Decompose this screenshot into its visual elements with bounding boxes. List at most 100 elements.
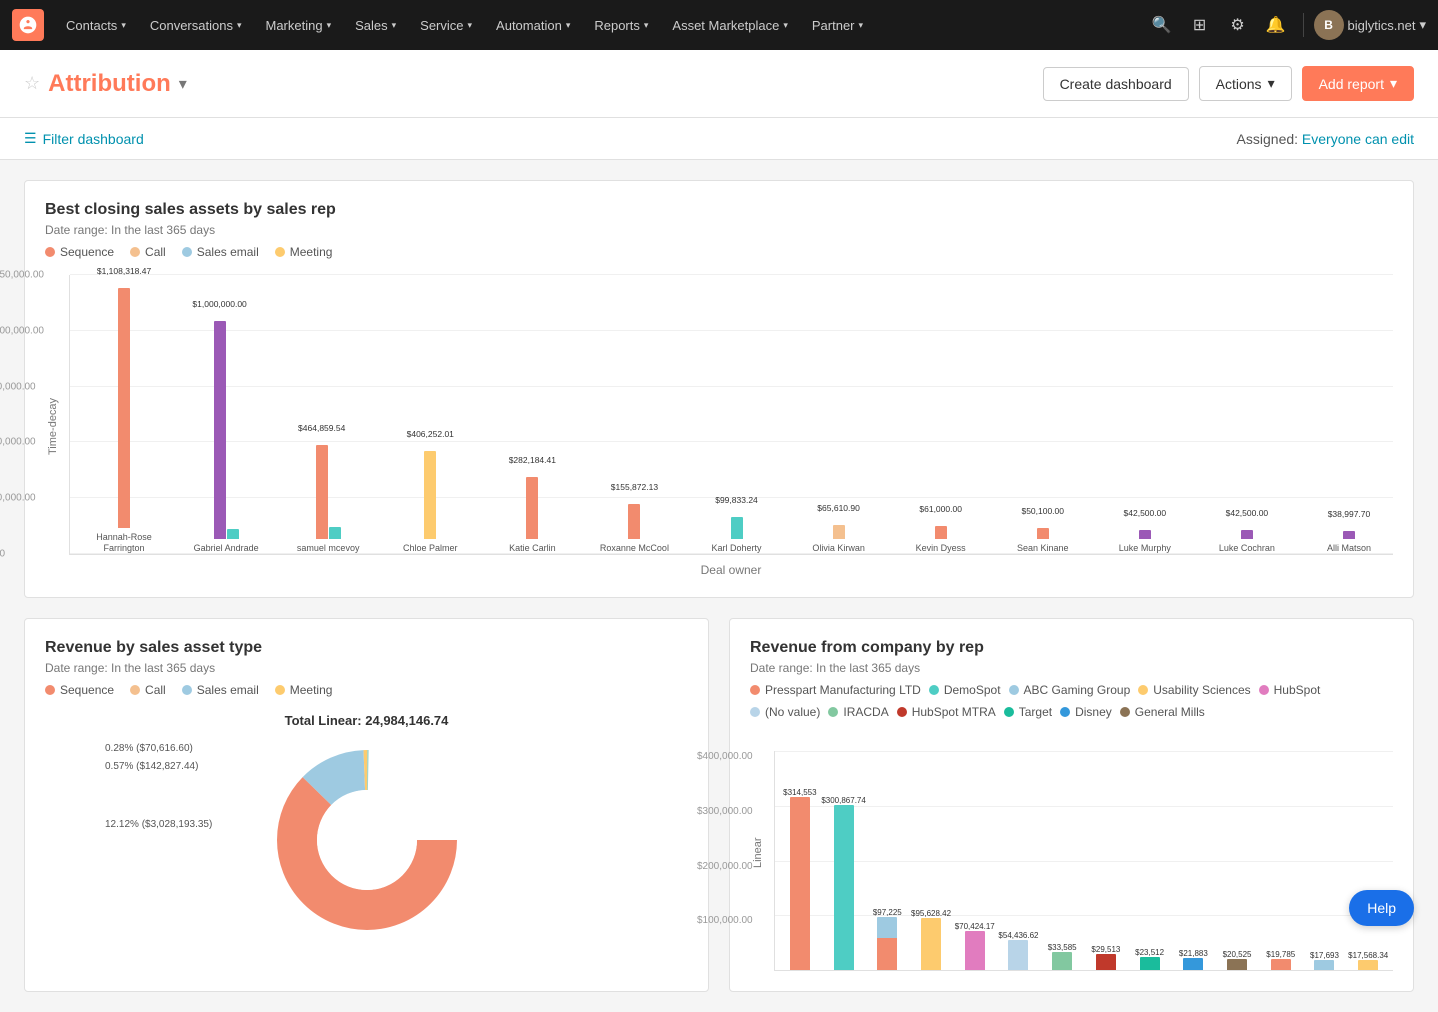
header-actions: Create dashboard Actions ▾ Add report ▾ bbox=[1043, 66, 1414, 101]
bar-sequence-2: $464,859.54 bbox=[316, 445, 328, 539]
bar-teal-2 bbox=[329, 527, 341, 539]
right-bar-11: $19,785 bbox=[1260, 959, 1302, 970]
chart2-title: Revenue by sales asset type bbox=[45, 639, 688, 657]
right-bar-6: $33,585 bbox=[1041, 952, 1083, 970]
chart1-x-label: Deal owner bbox=[69, 563, 1393, 577]
bar-teal-6: $99,833.24 bbox=[731, 517, 743, 539]
legend-meeting-dot bbox=[275, 247, 285, 257]
bar-label-2: samuel mcevoy bbox=[297, 543, 360, 554]
nav-sales[interactable]: Sales ▾ bbox=[345, 12, 406, 39]
search-icon[interactable]: 🔍 bbox=[1145, 8, 1179, 42]
chart3-subtitle: Date range: In the last 365 days bbox=[750, 661, 1393, 675]
chart3-leg-10: General Mills bbox=[1120, 705, 1205, 719]
chart2-legend-call: Call bbox=[130, 683, 166, 697]
chart3-leg-2: ABC Gaming Group bbox=[1009, 683, 1131, 697]
chart1-legend: Sequence Call Sales email Meeting bbox=[45, 245, 1393, 259]
asset-marketplace-chevron: ▾ bbox=[783, 20, 788, 31]
chart2-legend-sequence: Sequence bbox=[45, 683, 114, 697]
legend-meeting: Meeting bbox=[275, 245, 333, 259]
marketing-chevron: ▾ bbox=[327, 20, 332, 31]
chart3-leg-4: HubSpot bbox=[1259, 683, 1321, 697]
nav-asset-marketplace[interactable]: Asset Marketplace ▾ bbox=[662, 12, 797, 39]
bar-group-5: $155,872.13 Roxanne McCool bbox=[590, 504, 678, 554]
bar-meeting-3: $406,252.01 bbox=[424, 451, 436, 539]
bar-sequence-0: $1,108,318.47 bbox=[118, 288, 130, 528]
account-chevron: ▾ bbox=[1419, 17, 1426, 33]
legend-sales-email-dot bbox=[182, 247, 192, 257]
sales-chevron: ▾ bbox=[392, 20, 397, 31]
nav-contacts[interactable]: Contacts ▾ bbox=[56, 12, 136, 39]
chart2-legend-meeting: Meeting bbox=[275, 683, 333, 697]
nav-service[interactable]: Service ▾ bbox=[410, 12, 482, 39]
bottom-charts: Revenue by sales asset type Date range: … bbox=[24, 618, 1414, 992]
bar-group-4: $282,184.41 Katie Carlin bbox=[488, 477, 576, 554]
bar-label-6: Karl Doherty bbox=[711, 543, 761, 554]
bar-label-3: Chloe Palmer bbox=[403, 543, 458, 554]
avatar[interactable]: B bbox=[1314, 10, 1344, 40]
bar-label-7: Olivia Kirwan bbox=[812, 543, 865, 554]
chart3-leg-0: Presspart Manufacturing LTD bbox=[750, 683, 921, 697]
chart3-wrap: Linear $400,000.00 $300,000.00 $200,000.… bbox=[750, 735, 1393, 971]
page-header: ☆ Attribution ▾ Create dashboard Actions… bbox=[0, 50, 1438, 118]
chart2-subtitle: Date range: In the last 365 days bbox=[45, 661, 688, 675]
chart-card-revenue-company: Revenue from company by rep Date range: … bbox=[729, 618, 1414, 992]
chart1-title: Best closing sales assets by sales rep bbox=[45, 201, 1393, 219]
chart3-grid: $400,000.00 $300,000.00 $200,000.00 $100… bbox=[774, 751, 1393, 971]
grid-icon[interactable]: ⊞ bbox=[1183, 8, 1217, 42]
chart3-title: Revenue from company by rep bbox=[750, 639, 1393, 657]
chart1-bars: $1,108,318.47 Hannah-RoseFarrington $1,0… bbox=[80, 275, 1393, 554]
right-bar-3: $95,628.42 bbox=[910, 918, 952, 970]
assigned-link[interactable]: Everyone can edit bbox=[1302, 131, 1414, 147]
filter-dashboard-link[interactable]: ☰ Filter dashboard bbox=[24, 130, 144, 147]
bar-label-5: Roxanne McCool bbox=[600, 543, 669, 554]
bar-label-9: Sean Kinane bbox=[1017, 543, 1069, 554]
actions-button[interactable]: Actions ▾ bbox=[1199, 66, 1292, 101]
bar-label-0: Hannah-RoseFarrington bbox=[96, 532, 152, 554]
chart2-legend-email: Sales email bbox=[182, 683, 259, 697]
bar-label-1: Gabriel Andrade bbox=[194, 543, 259, 554]
pie-chart-area: 0.28% ($70,616.60) 0.57% ($142,827.44) 1… bbox=[45, 740, 688, 940]
settings-icon[interactable]: ⚙ bbox=[1221, 8, 1255, 42]
help-button[interactable]: Help bbox=[1349, 890, 1414, 926]
bar-label-12: Alli Matson bbox=[1327, 543, 1371, 554]
main-content: Best closing sales assets by sales rep D… bbox=[0, 160, 1438, 1012]
page-title[interactable]: Attribution bbox=[48, 70, 171, 98]
nav-automation[interactable]: Automation ▾ bbox=[486, 12, 580, 39]
bar-group-0: $1,108,318.47 Hannah-RoseFarrington bbox=[80, 288, 168, 554]
bar-group-11: $42,500.00 Luke Cochran bbox=[1203, 530, 1291, 554]
create-dashboard-button[interactable]: Create dashboard bbox=[1043, 67, 1189, 101]
hubspot-logo[interactable] bbox=[12, 9, 44, 41]
legend-sequence: Sequence bbox=[45, 245, 114, 259]
chart3-leg-9: Disney bbox=[1060, 705, 1112, 719]
bar-group-10: $42,500.00 Luke Murphy bbox=[1101, 530, 1189, 554]
chart2-legend: Sequence Call Sales email Meeting bbox=[45, 683, 688, 697]
bar-sequence-8: $61,000.00 bbox=[935, 526, 947, 539]
nav-conversations[interactable]: Conversations ▾ bbox=[140, 12, 252, 39]
right-bar-2: $97,225 bbox=[866, 917, 908, 970]
add-report-button[interactable]: Add report ▾ bbox=[1302, 66, 1414, 101]
legend-call-dot bbox=[130, 247, 140, 257]
bar-group-8: $61,000.00 Kevin Dyess bbox=[897, 526, 985, 554]
bar-group-7: $65,610.90 Olivia Kirwan bbox=[795, 525, 883, 554]
pie-labels-left: 0.28% ($70,616.60) 0.57% ($142,827.44) 1… bbox=[105, 740, 212, 834]
nav-marketing[interactable]: Marketing ▾ bbox=[255, 12, 341, 39]
chart1-y-label: Time-decay bbox=[45, 275, 61, 577]
chart2-dot-meeting bbox=[275, 685, 285, 695]
right-bar-13: $17,568.34 bbox=[1347, 960, 1389, 970]
title-chevron-icon[interactable]: ▾ bbox=[179, 74, 187, 94]
chart3-leg-6: IRACDA bbox=[828, 705, 888, 719]
account-name[interactable]: biglytics.net ▾ bbox=[1348, 17, 1426, 33]
nav-partner[interactable]: Partner ▾ bbox=[802, 12, 873, 39]
chart2-dot-email bbox=[182, 685, 192, 695]
bar-label-8: Kevin Dyess bbox=[916, 543, 966, 554]
notifications-icon[interactable]: 🔔 bbox=[1259, 8, 1293, 42]
favorite-star-icon[interactable]: ☆ bbox=[24, 73, 40, 94]
partner-chevron: ▾ bbox=[859, 20, 864, 31]
right-bar-5: $54,436.62 bbox=[998, 940, 1040, 970]
bar-group-6: $99,833.24 Karl Doherty bbox=[692, 517, 780, 554]
nav-reports[interactable]: Reports ▾ bbox=[584, 12, 658, 39]
chart1-wrap: Time-decay $1,250,000.00 $1,000,000.00 $… bbox=[45, 275, 1393, 577]
right-bar-9: $21,883 bbox=[1172, 958, 1214, 970]
chart1-inner: $1,250,000.00 $1,000,000.00 $750,000.00 … bbox=[69, 275, 1393, 577]
bar-purple-11: $42,500.00 bbox=[1241, 530, 1253, 539]
